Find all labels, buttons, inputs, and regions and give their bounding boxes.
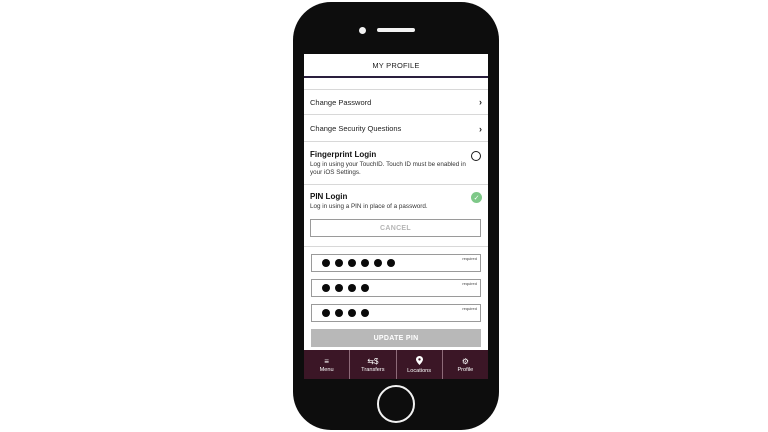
earpiece-speaker xyxy=(377,28,415,32)
pin-login-section: PIN Login Log in using a PIN in place of… xyxy=(304,192,488,211)
transfer-dollar-icon: ⇆$ xyxy=(367,356,379,366)
current-pin-field[interactable]: required xyxy=(311,254,481,272)
change-password-label: Change Password xyxy=(310,97,372,107)
tab-transfers[interactable]: ⇆$ Transfers xyxy=(350,350,397,379)
tab-label: Menu xyxy=(319,366,334,373)
tab-profile[interactable]: ⚙ Profile xyxy=(443,350,488,379)
fingerprint-login-description: Log in using your TouchID. Touch ID must… xyxy=(310,161,466,177)
required-label: required xyxy=(462,281,477,286)
profile-content: Change Password › Change Security Questi… xyxy=(304,80,488,350)
hamburger-menu-icon: ≡ xyxy=(324,356,329,366)
required-label: required xyxy=(462,306,477,311)
map-pin-icon xyxy=(415,355,423,367)
pin-mask xyxy=(322,309,369,317)
fingerprint-login-toggle[interactable] xyxy=(471,151,481,161)
page-header: MY PROFILE xyxy=(304,54,488,78)
chevron-right-icon: › xyxy=(479,123,482,134)
update-pin-button[interactable]: UPDATE PIN xyxy=(311,329,481,347)
new-pin-field[interactable]: required xyxy=(311,279,481,297)
confirm-pin-field[interactable]: required xyxy=(311,304,481,322)
tab-locations[interactable]: Locations xyxy=(397,350,443,379)
change-security-questions-row[interactable]: Change Security Questions › xyxy=(304,116,488,142)
change-password-row[interactable]: Change Password › xyxy=(304,89,488,115)
required-label: required xyxy=(462,256,477,261)
cancel-button[interactable]: CANCEL xyxy=(310,219,481,237)
page-title: MY PROFILE xyxy=(372,60,420,70)
pin-login-title: PIN Login xyxy=(310,192,348,201)
pin-mask xyxy=(322,284,369,292)
gear-icon: ⚙ xyxy=(461,356,469,366)
pin-mask xyxy=(322,259,395,267)
pin-login-toggle[interactable]: ✓ xyxy=(471,192,482,203)
chevron-right-icon: › xyxy=(479,97,482,107)
tab-label: Profile xyxy=(457,366,474,373)
front-camera xyxy=(359,27,366,34)
section-divider xyxy=(304,184,488,185)
change-security-questions-label: Change Security Questions xyxy=(310,124,402,133)
home-button[interactable] xyxy=(377,385,415,423)
tab-menu[interactable]: ≡ Menu xyxy=(304,350,351,379)
bottom-tab-bar: ≡ Menu ⇆$ Transfers Locations ⚙ Profile xyxy=(304,350,488,379)
pin-login-description: Log in using a PIN in place of a passwor… xyxy=(310,203,428,210)
app-screen: MY PROFILE Change Password › Change Secu… xyxy=(304,54,488,379)
section-divider xyxy=(304,246,488,247)
tab-label: Locations xyxy=(407,367,432,374)
fingerprint-login-section: Fingerprint Login Log in using your Touc… xyxy=(304,150,488,178)
checkmark-icon: ✓ xyxy=(473,194,480,202)
tab-label: Transfers xyxy=(361,366,385,373)
fingerprint-login-title: Fingerprint Login xyxy=(310,150,377,159)
